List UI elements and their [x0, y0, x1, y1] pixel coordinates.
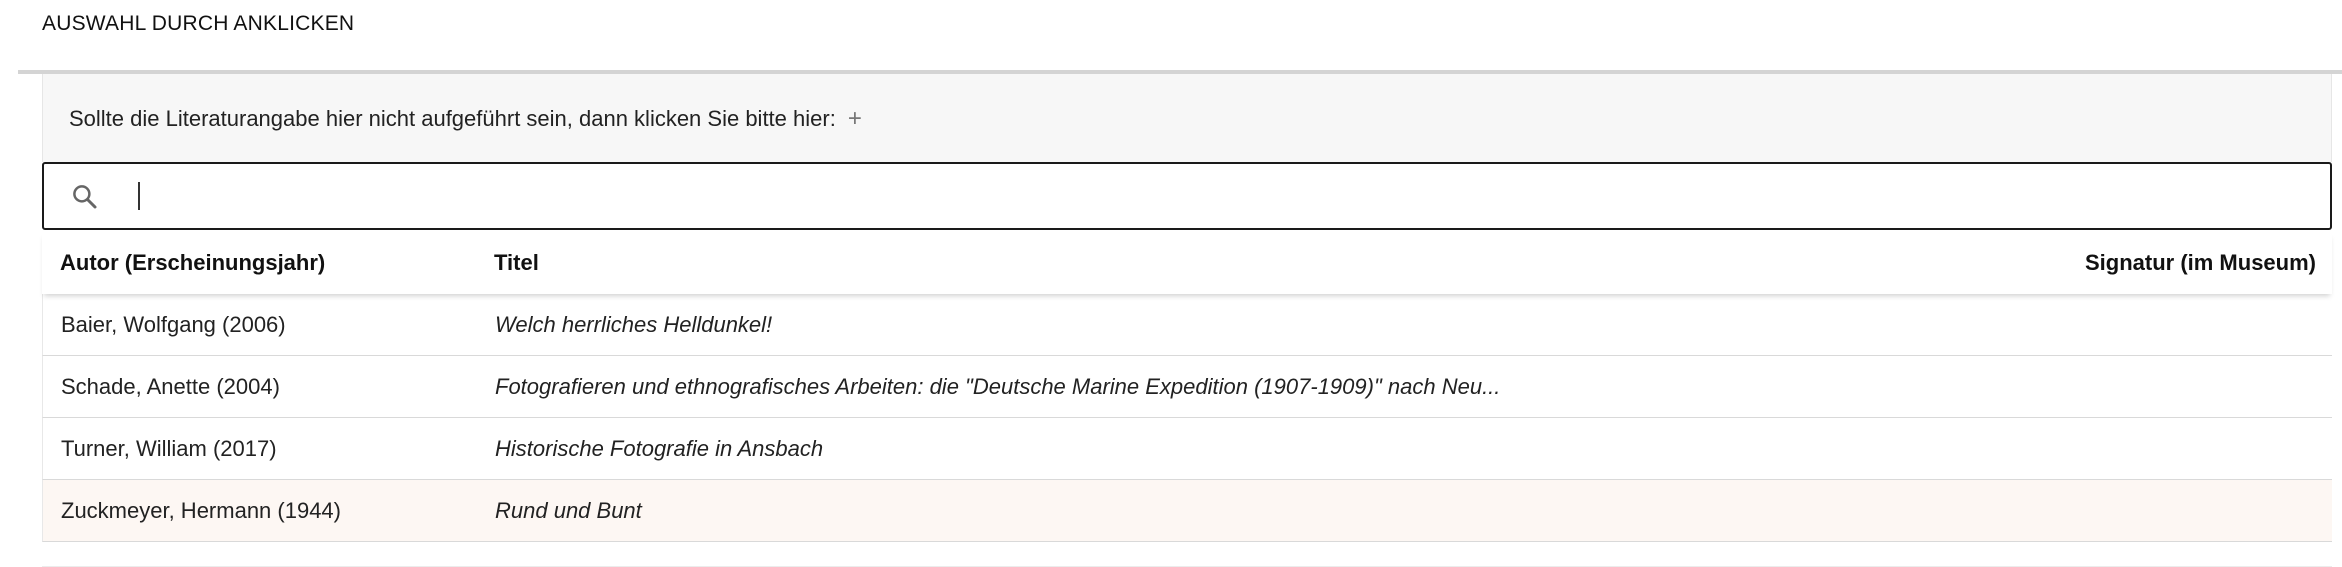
search-box[interactable]: [42, 162, 2332, 230]
table-row[interactable]: Turner, William (2017) Historische Fotog…: [42, 418, 2332, 480]
table-row[interactable]: Baier, Wolfgang (2006) Welch herrliches …: [42, 294, 2332, 356]
search-icon: [73, 185, 97, 209]
text-cursor: [138, 182, 140, 210]
table-row[interactable]: Zuckmeyer, Hermann (1944) Rund und Bunt: [42, 480, 2332, 542]
notice-panel: Sollte die Literaturangabe hier nicht au…: [42, 74, 2332, 162]
table-header: Autor (Erscheinungsjahr) Titel Signatur …: [42, 232, 2332, 294]
cell-title: Fotografieren und ethnografisches Arbeit…: [495, 374, 1501, 399]
add-literature-button[interactable]: +: [848, 107, 862, 131]
cell-title: Historische Fotografie in Ansbach: [495, 436, 824, 461]
literature-selection: AUSWAHL DURCH ANKLICKEN Sollte die Liter…: [0, 0, 2342, 567]
header-signature[interactable]: Signatur (im Museum): [2085, 250, 2316, 276]
literature-table: Autor (Erscheinungsjahr) Titel Signatur …: [42, 232, 2332, 542]
table-row[interactable]: Schade, Anette (2004) Fotografieren und …: [42, 356, 2332, 418]
notice-text: Sollte die Literaturangabe hier nicht au…: [69, 106, 836, 131]
cell-author: Schade, Anette (2004): [61, 374, 280, 399]
cell-title: Rund und Bunt: [495, 498, 642, 523]
header-title[interactable]: Titel: [494, 250, 539, 276]
cell-author: Baier, Wolfgang (2006): [61, 312, 286, 337]
search-input[interactable]: [136, 176, 2310, 218]
notice-row: Sollte die Literaturangabe hier nicht au…: [69, 106, 862, 132]
cell-author: Zuckmeyer, Hermann (1944): [61, 498, 341, 523]
section-title: AUSWAHL DURCH ANKLICKEN: [42, 12, 355, 35]
header-author[interactable]: Autor (Erscheinungsjahr): [60, 250, 325, 276]
cell-title: Welch herrliches Helldunkel!: [495, 312, 773, 337]
cell-author: Turner, William (2017): [61, 436, 277, 461]
